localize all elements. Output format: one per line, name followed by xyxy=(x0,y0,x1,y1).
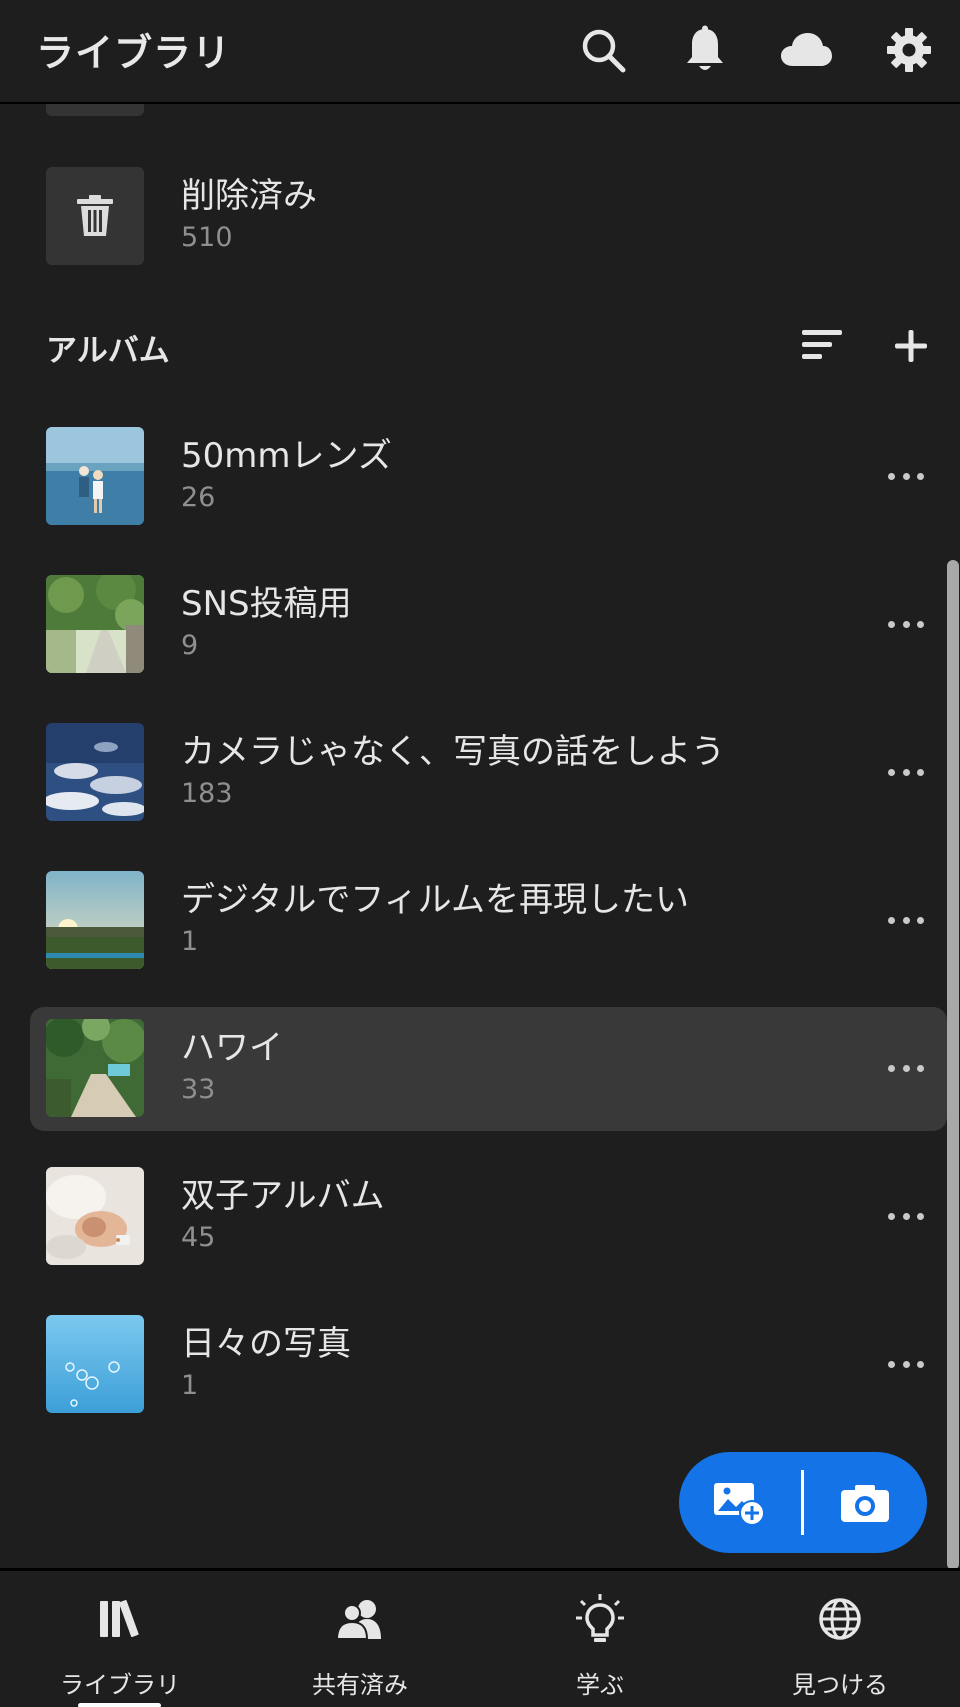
nav-item-shared[interactable]: 共有済み xyxy=(240,1571,480,1707)
album-title: 50mmレンズ xyxy=(181,436,392,476)
album-row[interactable]: SNS投稿用 9 xyxy=(0,568,960,688)
album-count: 33 xyxy=(181,1074,216,1105)
nav-label: 見つける xyxy=(792,1671,888,1699)
sort-icon[interactable] xyxy=(800,326,846,364)
album-row[interactable]: カメラじゃなく、写真の話をしよう 183 xyxy=(0,716,960,836)
bell-icon[interactable] xyxy=(680,24,730,76)
scrollbar[interactable] xyxy=(947,560,959,1570)
album-title: 双子アルバム xyxy=(181,1176,385,1216)
lightbulb-icon xyxy=(480,1593,720,1645)
deleted-title: 削除済み xyxy=(181,176,317,216)
page-title: ライブラリ xyxy=(36,31,232,75)
library-icon xyxy=(0,1593,240,1645)
add-icon[interactable] xyxy=(891,326,931,366)
album-thumbnail xyxy=(46,1315,144,1413)
album-thumbnail xyxy=(46,575,144,673)
more-options-icon[interactable] xyxy=(888,1210,924,1222)
people-icon xyxy=(240,1593,480,1645)
add-photo-icon[interactable] xyxy=(679,1452,799,1553)
album-count: 45 xyxy=(181,1222,216,1253)
nav-label: 学ぶ xyxy=(576,1671,624,1699)
album-count: 1 xyxy=(181,1370,199,1401)
app-header: ライブラリ xyxy=(0,0,960,104)
nav-item-learn[interactable]: 学ぶ xyxy=(480,1571,720,1707)
album-thumbnail xyxy=(46,871,144,969)
floating-action-button xyxy=(679,1452,927,1553)
nav-item-library[interactable]: ライブラリ xyxy=(0,1571,240,1707)
albums-section-title: アルバム xyxy=(46,333,170,369)
globe-icon xyxy=(720,1593,960,1645)
more-options-icon[interactable] xyxy=(888,1358,924,1370)
search-icon[interactable] xyxy=(578,24,628,76)
album-title: カメラじゃなく、写真の話をしよう xyxy=(181,732,725,772)
more-options-icon[interactable] xyxy=(888,1062,924,1074)
album-thumbnail xyxy=(46,427,144,525)
nav-label: 共有済み xyxy=(312,1671,408,1699)
deleted-count: 510 xyxy=(181,222,233,253)
album-title: SNS投稿用 xyxy=(181,584,352,624)
album-title: ハワイ xyxy=(181,1028,283,1068)
fab-divider xyxy=(801,1470,804,1535)
album-row[interactable]: 日々の写真 1 xyxy=(0,1308,960,1428)
album-title: デジタルでフィルムを再現したい xyxy=(181,880,689,920)
album-row[interactable]: デジタルでフィルムを再現したい 1 xyxy=(0,864,960,984)
album-count: 1 xyxy=(181,926,199,957)
deleted-item[interactable]: 削除済み 510 xyxy=(0,160,960,280)
active-tab-indicator xyxy=(78,1703,161,1707)
gear-icon[interactable] xyxy=(884,24,934,76)
album-title: 日々の写真 xyxy=(181,1324,351,1364)
nav-item-discover[interactable]: 見つける xyxy=(720,1571,960,1707)
more-options-icon[interactable] xyxy=(888,766,924,778)
more-options-icon[interactable] xyxy=(888,914,924,926)
album-thumbnail xyxy=(46,1167,144,1265)
trash-icon xyxy=(46,167,144,265)
nav-label: ライブラリ xyxy=(60,1671,180,1699)
more-options-icon[interactable] xyxy=(888,470,924,482)
album-count: 9 xyxy=(181,630,199,661)
more-options-icon[interactable] xyxy=(888,618,924,630)
album-count: 183 xyxy=(181,778,233,809)
app-root: ライブラリ 削除済み 510 アルバム 50mmレンズ 26 SNS投稿用 9 … xyxy=(0,0,960,1707)
album-row[interactable]: 50mmレンズ 26 xyxy=(0,420,960,540)
cloud-icon[interactable] xyxy=(778,24,834,76)
bottom-navigation: ライブラリ 共有済み 学ぶ 見つける xyxy=(0,1568,960,1707)
album-thumbnail xyxy=(46,1019,144,1117)
album-count: 26 xyxy=(181,482,216,513)
album-row[interactable]: ハワイ 33 xyxy=(0,1012,960,1132)
camera-icon[interactable] xyxy=(805,1452,925,1553)
album-thumbnail xyxy=(46,723,144,821)
album-row[interactable]: 双子アルバム 45 xyxy=(0,1160,960,1280)
